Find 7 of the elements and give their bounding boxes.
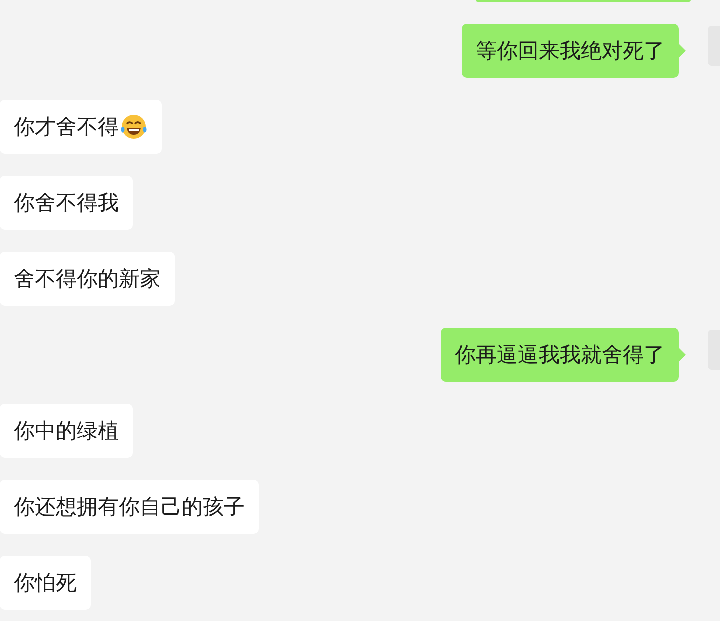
laughing-emoji-icon bbox=[120, 113, 148, 141]
message-bubble: 你舍不得我 bbox=[0, 176, 133, 230]
message-bubble: 你中的绿植 bbox=[0, 404, 133, 458]
message-bubble: 舍不得你的新家 bbox=[0, 252, 175, 306]
message-bubble: 你才舍不得 bbox=[0, 100, 162, 154]
message-bubble: 你怕死 bbox=[0, 556, 91, 610]
message-bubble: 你还想拥有你自己的孩子 bbox=[0, 480, 259, 534]
